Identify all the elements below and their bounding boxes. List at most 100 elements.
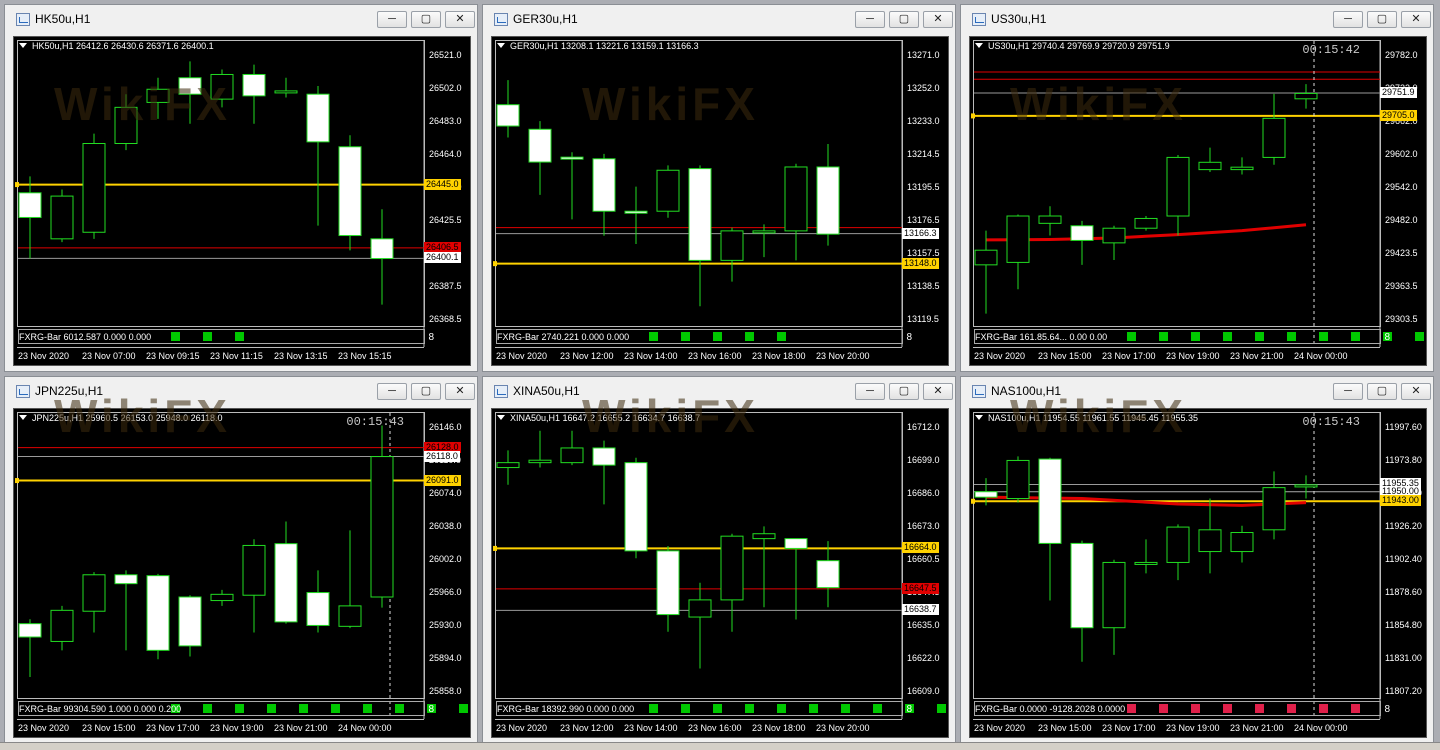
- window-titlebar[interactable]: XINA50u,H1 ─ ▢ ✕: [483, 377, 955, 407]
- window-title: US30u,H1: [991, 12, 1047, 26]
- dropdown-triangle-icon[interactable]: [497, 43, 505, 48]
- price-axis-label: 11926.20: [1385, 521, 1422, 531]
- price-axis-label: 26002.0: [429, 554, 462, 564]
- maximize-button[interactable]: ▢: [1367, 383, 1397, 400]
- bullish-candle: [974, 249, 998, 266]
- bearish-candle: [1038, 458, 1062, 544]
- close-button[interactable]: ✕: [445, 383, 475, 400]
- chart-window-icon: [16, 385, 30, 398]
- scroll-anchor-icon[interactable]: 8: [1384, 332, 1390, 343]
- bearish-candle: [592, 158, 616, 212]
- plot-frame: [17, 412, 425, 699]
- price-tag: 16638.7: [902, 604, 939, 616]
- price-chart[interactable]: US30u,H1 29740.4 29769.9 29720.9 29751.9…: [969, 36, 1427, 366]
- time-axis-label: 23 Nov 18:00: [752, 351, 806, 361]
- bullish-candle: [242, 544, 266, 596]
- close-button[interactable]: ✕: [1401, 11, 1431, 28]
- price-axis-label: 29542.0: [1385, 182, 1418, 192]
- bullish-candle: [82, 143, 106, 233]
- bullish-candle: [50, 609, 74, 642]
- price-axis-label: 29423.5: [1385, 248, 1418, 258]
- time-axis-label: 23 Nov 21:00: [1230, 723, 1284, 733]
- window-title: GER30u,H1: [513, 12, 578, 26]
- time-axis-label: 23 Nov 16:00: [688, 351, 742, 361]
- chart-window-icon: [972, 13, 986, 26]
- window-titlebar[interactable]: GER30u,H1 ─ ▢ ✕: [483, 5, 955, 35]
- bearish-candle: [784, 538, 808, 549]
- maximize-button[interactable]: ▢: [889, 11, 919, 28]
- price-chart[interactable]: JPN225u,H1 25960.5 26153.0 25948.0 26118…: [13, 390, 471, 738]
- minimize-button[interactable]: ─: [855, 11, 885, 28]
- time-axis-label: 23 Nov 15:00: [1038, 351, 1092, 361]
- minimize-button[interactable]: ─: [1333, 383, 1363, 400]
- chart-window-xina50[interactable]: XINA50u,H1 ─ ▢ ✕ XINA50u,H1 16647.2 16655.2 …: [482, 376, 956, 744]
- price-chart[interactable]: HK50u,H1 26412.6 26430.6 26371.6 26400.1…: [13, 36, 471, 366]
- price-axis-label: 29782.0: [1385, 50, 1418, 60]
- price-axis-label: 13195.5: [907, 182, 940, 192]
- scroll-anchor-icon[interactable]: 8: [428, 704, 434, 715]
- window-titlebar[interactable]: HK50u,H1 ─ ▢ ✕: [5, 5, 477, 35]
- dropdown-triangle-icon[interactable]: [975, 415, 983, 420]
- time-axis-label: 23 Nov 16:00: [688, 723, 742, 733]
- indicator-label: FXRG-Bar 0.0000 -9128.2028 0.0000: [975, 704, 1126, 714]
- bearish-candle: [624, 210, 648, 214]
- chart-window-jpn225[interactable]: JPN225u,H1 ─ ▢ ✕ JPN225u,H1 25960.5 26153.0 …: [4, 376, 478, 744]
- price-chart[interactable]: XINA50u,H1 16647.2 16655.2 16634.7 16638…: [491, 390, 949, 738]
- scroll-anchor-icon[interactable]: 8: [906, 704, 912, 715]
- bearish-candle: [306, 93, 330, 143]
- bullish-candle: [1166, 156, 1190, 217]
- bearish-candle: [242, 73, 266, 97]
- close-button[interactable]: ✕: [1401, 383, 1431, 400]
- symbol-info: US30u,H1 29740.4 29769.9 29720.9 29751.9: [975, 41, 1170, 51]
- close-button[interactable]: ✕: [445, 11, 475, 28]
- bullish-candle: [1262, 487, 1286, 531]
- time-axis-label: 24 Nov 00:00: [1294, 723, 1348, 733]
- minimize-button[interactable]: ─: [855, 383, 885, 400]
- bearish-candle: [688, 168, 712, 261]
- chart-window-ger30[interactable]: GER30u,H1 ─ ▢ ✕ GER30u,H1 13208.1 13221.6 13…: [482, 4, 956, 372]
- time-axis-label: 23 Nov 19:00: [1166, 723, 1220, 733]
- price-axis-label: 26464.0: [429, 149, 462, 159]
- scroll-anchor-icon[interactable]: 8: [906, 332, 912, 343]
- price-chart[interactable]: GER30u,H1 13208.1 13221.6 13159.1 13166.…: [491, 36, 949, 366]
- ohlc-readout: XINA50u,H1 16647.2 16655.2 16634.7 16638…: [510, 413, 701, 423]
- bearish-candle: [178, 596, 202, 647]
- chart-window-us30[interactable]: US30u,H1 ─ ▢ ✕ US30u,H1 29740.4 29769.9 2972…: [960, 4, 1434, 372]
- dropdown-triangle-icon[interactable]: [975, 43, 983, 48]
- bullish-candle: [1230, 166, 1254, 171]
- window-titlebar[interactable]: JPN225u,H1 ─ ▢ ✕: [5, 377, 477, 407]
- scroll-anchor-icon[interactable]: 8: [1384, 704, 1390, 715]
- price-axis-label: 13157.5: [907, 248, 940, 258]
- window-title: HK50u,H1: [35, 12, 91, 26]
- bearish-candle: [1070, 225, 1094, 241]
- bullish-candle: [1102, 227, 1126, 244]
- price-chart[interactable]: NAS100u,H1 11954.55 11961.55 11945.45 11…: [969, 390, 1427, 738]
- dropdown-triangle-icon[interactable]: [19, 43, 27, 48]
- minimize-button[interactable]: ─: [1333, 11, 1363, 28]
- maximize-button[interactable]: ▢: [1367, 11, 1397, 28]
- price-axis-label: 29363.5: [1385, 281, 1418, 291]
- indicator-bar-marker: [937, 704, 946, 713]
- price-axis-label: 16686.0: [907, 488, 940, 498]
- dropdown-triangle-icon[interactable]: [19, 415, 27, 420]
- level-line-handle: [15, 182, 19, 188]
- bullish-candle: [1166, 526, 1190, 563]
- minimize-button[interactable]: ─: [377, 11, 407, 28]
- bearish-candle: [178, 77, 202, 95]
- dropdown-triangle-icon[interactable]: [497, 415, 505, 420]
- minimize-button[interactable]: ─: [377, 383, 407, 400]
- chart-window-hk50[interactable]: HK50u,H1 ─ ▢ ✕ HK50u,H1 26412.6 26430.6 2637…: [4, 4, 478, 372]
- scroll-anchor-icon[interactable]: 8: [428, 332, 434, 343]
- maximize-button[interactable]: ▢: [411, 383, 441, 400]
- close-button[interactable]: ✕: [923, 11, 953, 28]
- time-axis-label: 23 Nov 2020: [496, 723, 548, 733]
- window-titlebar[interactable]: US30u,H1 ─ ▢ ✕: [961, 5, 1433, 35]
- window-titlebar[interactable]: NAS100u,H1 ─ ▢ ✕: [961, 377, 1433, 407]
- close-button[interactable]: ✕: [923, 383, 953, 400]
- chart-window-nas100[interactable]: NAS100u,H1 ─ ▢ ✕ NAS100u,H1 11954.55 11961.5…: [960, 376, 1434, 744]
- bullish-candle: [1230, 532, 1254, 553]
- candlestick-plot: [493, 412, 946, 720]
- maximize-button[interactable]: ▢: [889, 383, 919, 400]
- bearish-candle: [496, 104, 520, 127]
- maximize-button[interactable]: ▢: [411, 11, 441, 28]
